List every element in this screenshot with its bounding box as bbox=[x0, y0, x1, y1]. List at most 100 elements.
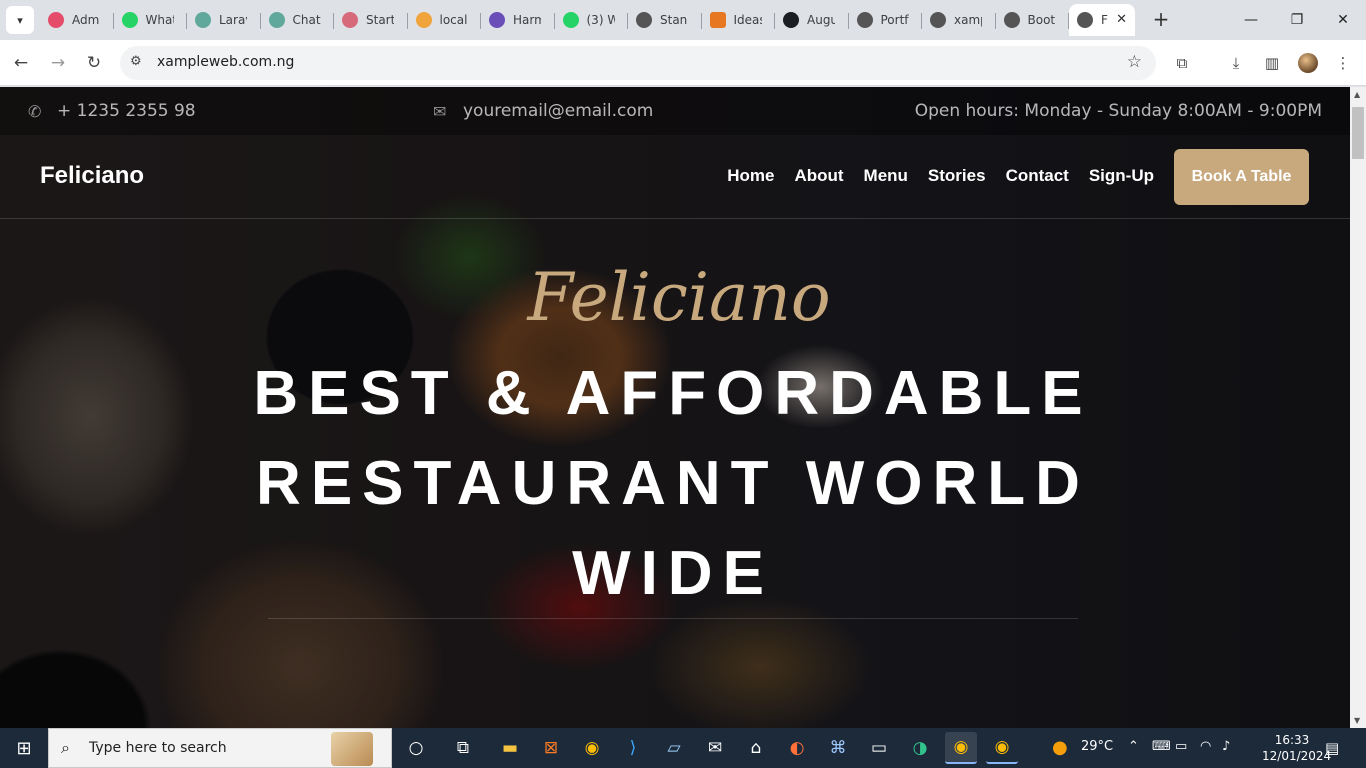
volume-icon[interactable]: ♪ bbox=[1222, 739, 1230, 754]
profile-avatar[interactable] bbox=[1298, 53, 1318, 73]
tab-favicon-icon bbox=[709, 12, 726, 28]
tab-label: local bbox=[439, 13, 468, 27]
nav-contact[interactable]: Contact bbox=[1006, 166, 1069, 186]
github-icon bbox=[783, 12, 799, 28]
globe-icon bbox=[636, 12, 652, 28]
side-panel-icon[interactable]: ▥ bbox=[1261, 52, 1283, 74]
tab-label: Start bbox=[366, 13, 394, 27]
tab[interactable]: (3) W bbox=[555, 4, 629, 36]
tab-label: Chat bbox=[292, 13, 321, 27]
tab[interactable]: Ideas bbox=[702, 4, 776, 36]
page-viewport: ✆ + 1235 2355 98 ✉ youremail@email.com O… bbox=[0, 87, 1350, 728]
reload-button[interactable]: ↻ bbox=[81, 50, 107, 76]
cortana-icon[interactable]: ○ bbox=[400, 732, 432, 764]
tab[interactable]: xamp bbox=[922, 4, 996, 36]
nav-sign-up[interactable]: Sign-Up bbox=[1089, 166, 1154, 186]
tab-label: Stanc bbox=[660, 13, 688, 27]
xampp-icon[interactable]: ⊠ bbox=[535, 732, 567, 764]
ssms-icon[interactable]: ⌘ bbox=[822, 732, 854, 764]
tab-label: Larav bbox=[219, 13, 247, 27]
tab[interactable]: What bbox=[114, 4, 188, 36]
tab[interactable]: Augu bbox=[775, 4, 849, 36]
weather-temp[interactable]: 29°C bbox=[1081, 739, 1113, 754]
open-hours: Open hours: Monday - Sunday 8:00AM - 9:0… bbox=[914, 101, 1322, 121]
tray-chevron-up-icon[interactable]: ⌃ bbox=[1128, 739, 1139, 754]
firefox-icon[interactable]: ◐ bbox=[781, 732, 813, 764]
tab-label: Boot bbox=[1027, 13, 1056, 27]
globe-icon bbox=[856, 12, 873, 28]
forward-button[interactable]: → bbox=[45, 50, 71, 76]
site-settings-icon[interactable]: ⚙ bbox=[130, 54, 142, 69]
address-bar[interactable]: ⚙ xampleweb.com.ng ☆ bbox=[120, 46, 1156, 80]
book-table-button[interactable]: Book A Table bbox=[1174, 149, 1309, 205]
terminal-icon[interactable]: ▭ bbox=[863, 732, 895, 764]
tab-label: What bbox=[145, 13, 174, 27]
tab-favicon-icon bbox=[48, 12, 64, 28]
scroll-up-icon[interactable]: ▲ bbox=[1354, 90, 1360, 99]
minimize-button[interactable]: — bbox=[1228, 0, 1274, 40]
vscode-icon[interactable]: ⟩ bbox=[617, 732, 649, 764]
windows-taskbar: ⊞ ⌕ Type here to search ○ ⧉ ▬ ⊠ ◉ ⟩ ▱ ✉ … bbox=[0, 728, 1366, 768]
tab[interactable]: Start bbox=[334, 4, 408, 36]
chrome-active-icon[interactable]: ◉ bbox=[945, 732, 977, 764]
globe-icon bbox=[1003, 12, 1020, 28]
tab[interactable]: Stanc bbox=[628, 4, 702, 36]
globe-icon bbox=[1077, 12, 1093, 28]
nav-home[interactable]: Home bbox=[727, 166, 774, 186]
tab[interactable]: Admi bbox=[40, 4, 114, 36]
page-scrollbar[interactable]: ▲ ▼ bbox=[1350, 87, 1366, 728]
extensions-icon[interactable]: ⧉ bbox=[1171, 52, 1193, 74]
wifi-icon[interactable]: ◠ bbox=[1200, 739, 1211, 754]
tab[interactable]: Larav bbox=[187, 4, 261, 36]
search-icon: ⌕ bbox=[61, 738, 70, 757]
windows-start-icon[interactable]: ⊞ bbox=[0, 728, 48, 768]
chrome-icon[interactable]: ◉ bbox=[576, 732, 608, 764]
nav-stories[interactable]: Stories bbox=[928, 166, 986, 186]
clock-date: 12/01/2024 bbox=[1262, 749, 1332, 763]
taskbar-clock[interactable]: 16:33 12/01/2024 bbox=[1262, 732, 1332, 764]
close-icon[interactable]: ✕ bbox=[1116, 12, 1127, 27]
tab[interactable]: local bbox=[408, 4, 482, 36]
notification-icon[interactable]: ▤ bbox=[1325, 739, 1339, 757]
chevron-down-icon: ▾ bbox=[17, 13, 23, 27]
tab[interactable]: Harm bbox=[481, 4, 555, 36]
task-view-icon[interactable]: ⧉ bbox=[447, 732, 479, 764]
site-logo[interactable]: Feliciano bbox=[40, 162, 144, 190]
weather-sun-icon[interactable]: ● bbox=[1052, 737, 1068, 758]
nav-menu[interactable]: Menu bbox=[864, 166, 908, 186]
main-menu: Home About Menu Stories Contact Sign-Up bbox=[727, 166, 1154, 186]
battery-icon[interactable]: ▭ bbox=[1175, 739, 1187, 754]
mail-app-icon[interactable]: ✉ bbox=[699, 732, 731, 764]
notepad-icon[interactable]: ▱ bbox=[658, 732, 690, 764]
browser-toolbar: ← → ↻ ⚙ xampleweb.com.ng ☆ ⧉ ⤓ ▥ ⋮ bbox=[0, 40, 1366, 86]
nav-about[interactable]: About bbox=[794, 166, 843, 186]
bookmark-star-icon[interactable]: ☆ bbox=[1127, 52, 1142, 72]
restore-button[interactable]: ❐ bbox=[1274, 0, 1320, 40]
url-text[interactable]: xampleweb.com.ng bbox=[157, 54, 294, 70]
scroll-down-icon[interactable]: ▼ bbox=[1354, 716, 1360, 725]
tab[interactable]: Portf bbox=[849, 4, 923, 36]
tab[interactable]: Chat bbox=[261, 4, 335, 36]
kebab-menu-icon[interactable]: ⋮ bbox=[1332, 52, 1354, 74]
close-window-button[interactable]: ✕ bbox=[1320, 0, 1366, 40]
store-icon[interactable]: ⌂ bbox=[740, 732, 772, 764]
file-explorer-icon[interactable]: ▬ bbox=[494, 732, 526, 764]
new-tab-button[interactable]: + bbox=[1151, 8, 1171, 32]
tab-label: xamp bbox=[954, 13, 982, 27]
chatgpt-icon bbox=[195, 12, 211, 28]
tab-active[interactable]: F ✕ bbox=[1069, 4, 1135, 36]
back-button[interactable]: ← bbox=[8, 50, 34, 76]
edge-icon[interactable]: ◑ bbox=[904, 732, 936, 764]
meet-now-icon[interactable]: ⌨ bbox=[1152, 739, 1171, 754]
download-icon[interactable]: ⤓ bbox=[1225, 52, 1247, 74]
chrome-profile-icon[interactable]: ◉ bbox=[986, 732, 1018, 764]
tab-label: Portf bbox=[880, 13, 909, 27]
chatgpt-icon bbox=[268, 12, 285, 28]
tab-label: F bbox=[1101, 13, 1108, 27]
tab-search-button[interactable]: ▾ bbox=[6, 6, 34, 34]
scrollbar-thumb[interactable] bbox=[1352, 107, 1364, 159]
tab-label: Augu bbox=[807, 13, 835, 27]
taskbar-search[interactable]: ⌕ Type here to search bbox=[48, 728, 392, 768]
email-address: youremail@email.com bbox=[463, 101, 654, 121]
tab[interactable]: Boot bbox=[996, 4, 1070, 36]
